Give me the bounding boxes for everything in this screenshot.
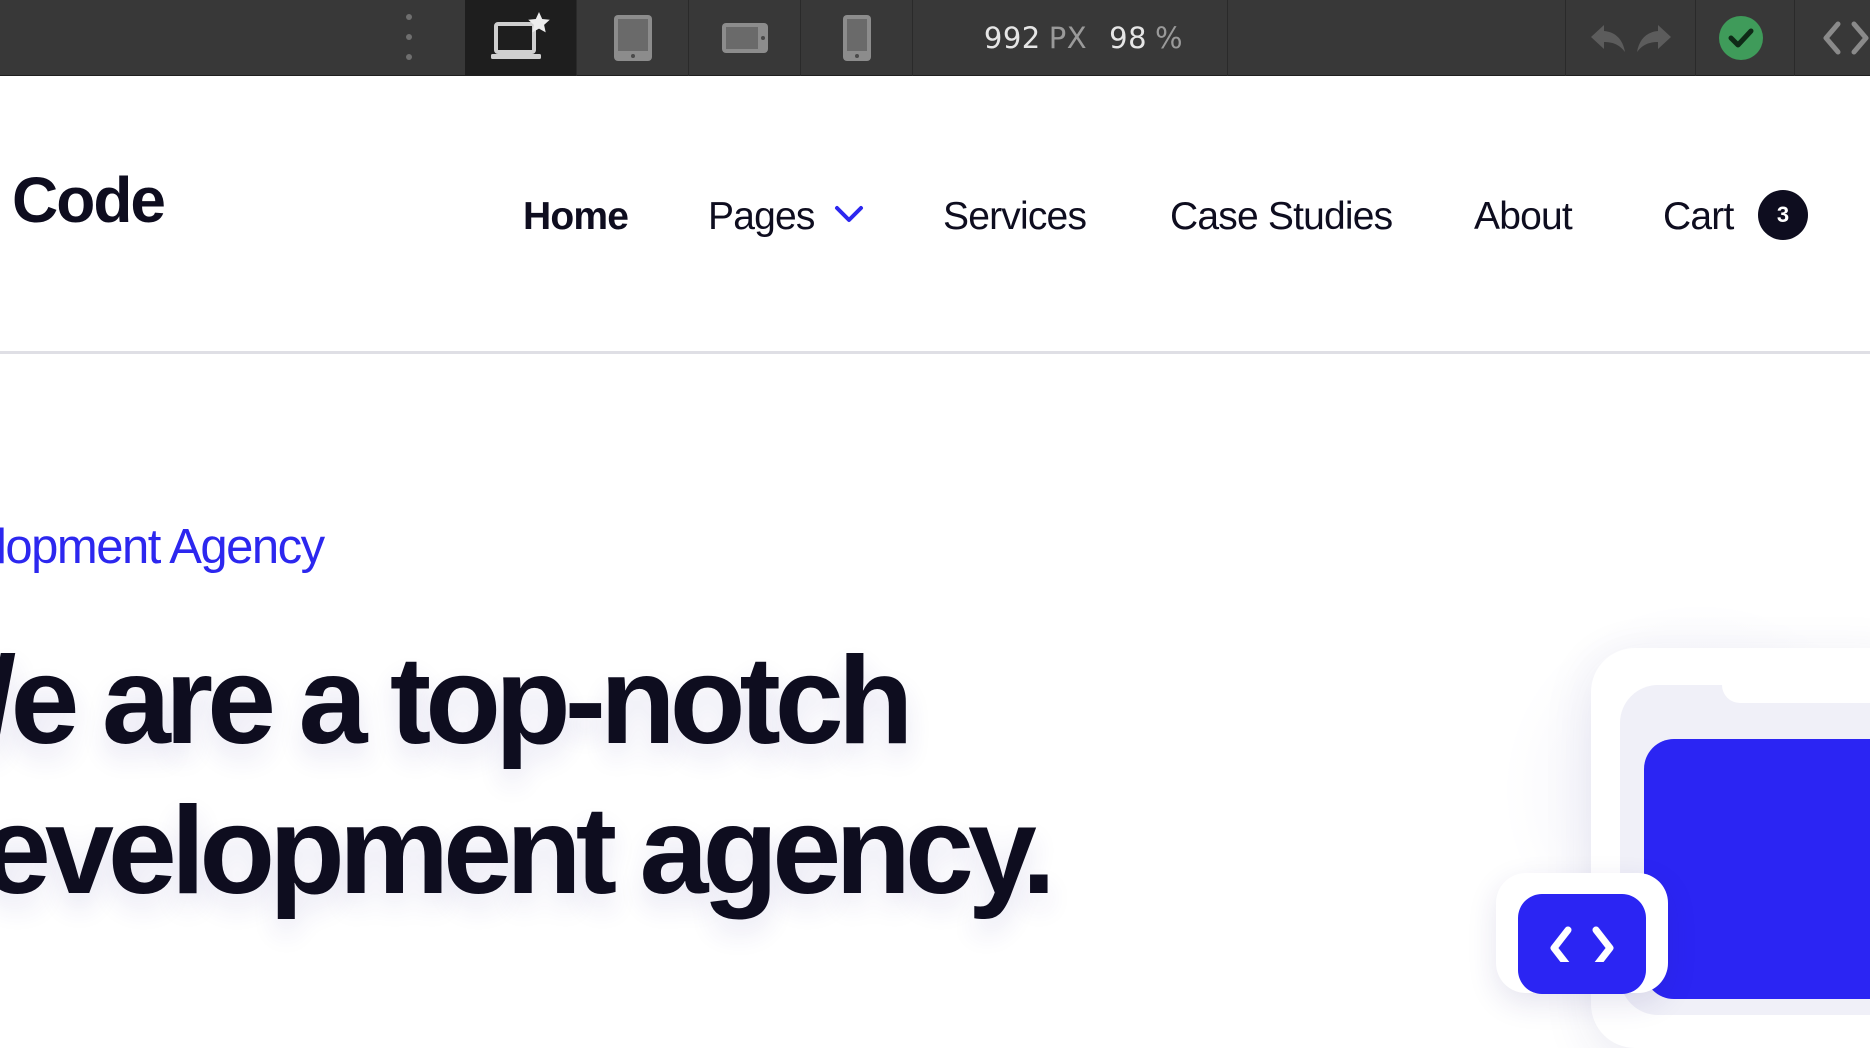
zoom-unit: % xyxy=(1155,21,1184,55)
tablet-icon xyxy=(613,15,652,61)
site-logo[interactable]: Code xyxy=(12,168,166,232)
chevron-down-icon[interactable] xyxy=(834,204,864,224)
redo-icon[interactable] xyxy=(1632,0,1676,76)
undo-icon[interactable] xyxy=(1586,0,1630,76)
breakpoint-mobile-portrait-button[interactable] xyxy=(801,0,913,76)
code-icon xyxy=(1550,926,1614,962)
nav-case-studies[interactable]: Case Studies xyxy=(1170,195,1393,239)
hero-headline-line-2: evelopment agency. xyxy=(0,782,1056,920)
device-notch xyxy=(1722,685,1870,703)
more-options-icon[interactable] xyxy=(398,10,418,66)
header-divider xyxy=(0,351,1870,354)
nav-pages[interactable]: Pages xyxy=(708,195,815,239)
phone-landscape-icon xyxy=(721,23,768,53)
nav-about[interactable]: About xyxy=(1474,195,1573,239)
cart-count-badge[interactable]: 3 xyxy=(1758,190,1808,240)
code-brackets-icon[interactable] xyxy=(1820,0,1870,76)
canvas-size-readout[interactable]: 992 PX 98 % xyxy=(940,0,1227,76)
check-circle-icon[interactable] xyxy=(1718,0,1764,76)
canvas-width-unit: PX xyxy=(1048,21,1088,55)
hero-headline-line-1: /e are a top-notch xyxy=(0,632,913,770)
breakpoint-tablet-button[interactable] xyxy=(577,0,689,76)
breakpoint-mobile-landscape-button[interactable] xyxy=(689,0,801,76)
hero-eyebrow: lopment Agency xyxy=(0,520,325,574)
editor-toolbar: 992 PX 98 % xyxy=(0,0,1870,76)
laptop-star-icon xyxy=(490,12,550,59)
canvas-width-value: 992 xyxy=(983,21,1041,55)
device-screen xyxy=(1644,739,1870,999)
phone-portrait-icon xyxy=(842,15,871,61)
hero-headline: /e are a top-notch evelopment agency. xyxy=(0,626,1056,926)
zoom-value: 98 xyxy=(1109,21,1148,55)
nav-cart[interactable]: Cart xyxy=(1663,195,1734,239)
breakpoint-desktop-button[interactable] xyxy=(465,0,577,76)
nav-home[interactable]: Home xyxy=(523,195,629,239)
nav-services[interactable]: Services xyxy=(943,195,1087,239)
